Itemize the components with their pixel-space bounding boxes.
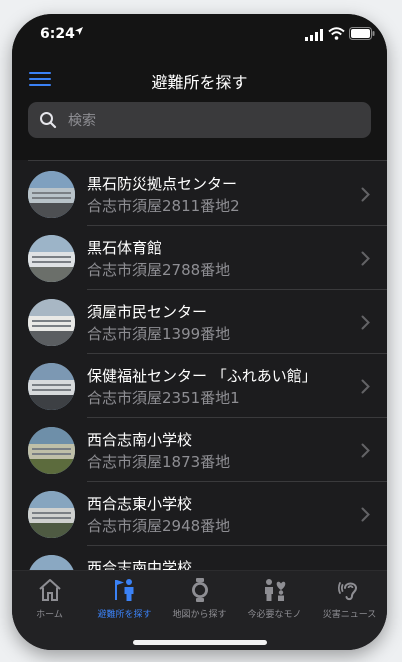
shelter-thumbnail [28,427,75,474]
tab-disaster-news[interactable]: 災害ニュース [312,571,387,627]
chevron-right-icon [361,187,370,202]
shelter-list-item[interactable]: 黒石体育館合志市須屋2788番地 [12,226,387,290]
shelter-address: 合志市須屋2788番地 [87,261,231,279]
shelter-name: 黒石防災拠点センター [87,175,238,193]
list-divider [28,160,387,161]
shelter-thumbnail [28,171,75,218]
shelter-address: 合志市須屋2351番地1 [87,389,240,407]
tab-bar: ホーム 避難所を探す 地図から探す 今必要なモノ 災害ニュース [12,570,387,650]
header: 6:24 避難所を探す [12,14,387,160]
shelter-address: 合志市須屋1873番地 [87,453,231,471]
tab-find-from-map[interactable]: 地図から探す [162,571,237,627]
shelter-list-item[interactable]: 西合志南小学校合志市須屋1873番地 [12,418,387,482]
shelter-thumbnail [28,363,75,410]
shelter-thumbnail [28,299,75,346]
shelter-list-item[interactable]: 黒石防災拠点センター 合志市須屋2811番地2 [12,162,387,226]
shelter-list-item[interactable]: 西合志東小学校合志市須屋2948番地 [12,482,387,546]
home-indicator [133,640,267,645]
shelter-name: 西合志東小学校 [87,495,193,513]
shelter-list-item[interactable]: 西合志南中学校 [12,546,387,570]
shelter-list-item[interactable]: 須屋市民センター合志市須屋1399番地 [12,290,387,354]
wifi-icon [328,27,345,40]
shelter-address: 合志市須屋2811番地2 [87,197,240,215]
tab-needed-items[interactable]: 今必要なモノ [237,571,312,627]
search-icon [40,112,57,129]
status-time: 6:24 [40,26,75,42]
status-bar: 6:24 [12,14,387,54]
chevron-right-icon [361,251,370,266]
shelter-address: 合志市須屋2948番地 [87,517,231,535]
tab-label: 今必要なモノ [247,610,302,620]
shelter-name: 保健福祉センター 「ふれあい館」 [87,367,317,385]
chevron-right-icon [361,379,370,394]
shelter-address: 合志市須屋1399番地 [87,325,231,343]
tab-home[interactable]: ホーム [12,571,87,627]
page-title: 避難所を探す [151,73,248,92]
tab-label: 災害ニュース [322,610,377,620]
tab-label: 地図から探す [172,610,227,620]
shelter-name: 須屋市民センター [87,303,208,321]
shelter-thumbnail [28,491,75,538]
shelter-list-item[interactable]: 保健福祉センター 「ふれあい館」 合志市須屋2351番地1 [12,354,387,418]
tab-label: 避難所を探す [97,610,152,620]
phone-screen: 6:24 避難所を探す 検索 黒石防災拠点センター 合志市須屋2811番地2 黒… [12,14,387,650]
shelter-name: 西合志南中学校 [87,559,193,570]
search-input[interactable] [66,102,360,140]
shelter-list[interactable]: 黒石防災拠点センター 合志市須屋2811番地2 黒石体育館 合志市須屋2788番地 須屋… [12,160,387,570]
tab-find-shelter[interactable]: 避難所を探す [87,571,162,627]
search-bar[interactable] [28,102,371,140]
shelter-name: 西合志南小学校 [87,431,193,449]
battery-icon [349,27,375,40]
shelter-name: 黒石体育館 [87,239,163,257]
chevron-right-icon [361,507,370,522]
chevron-right-icon [361,443,370,458]
shelter-thumbnail [28,555,75,570]
cellular-signal-icon [305,29,323,41]
location-arrow-icon [74,25,84,39]
chevron-right-icon [361,315,370,330]
shelter-thumbnail [28,235,75,282]
